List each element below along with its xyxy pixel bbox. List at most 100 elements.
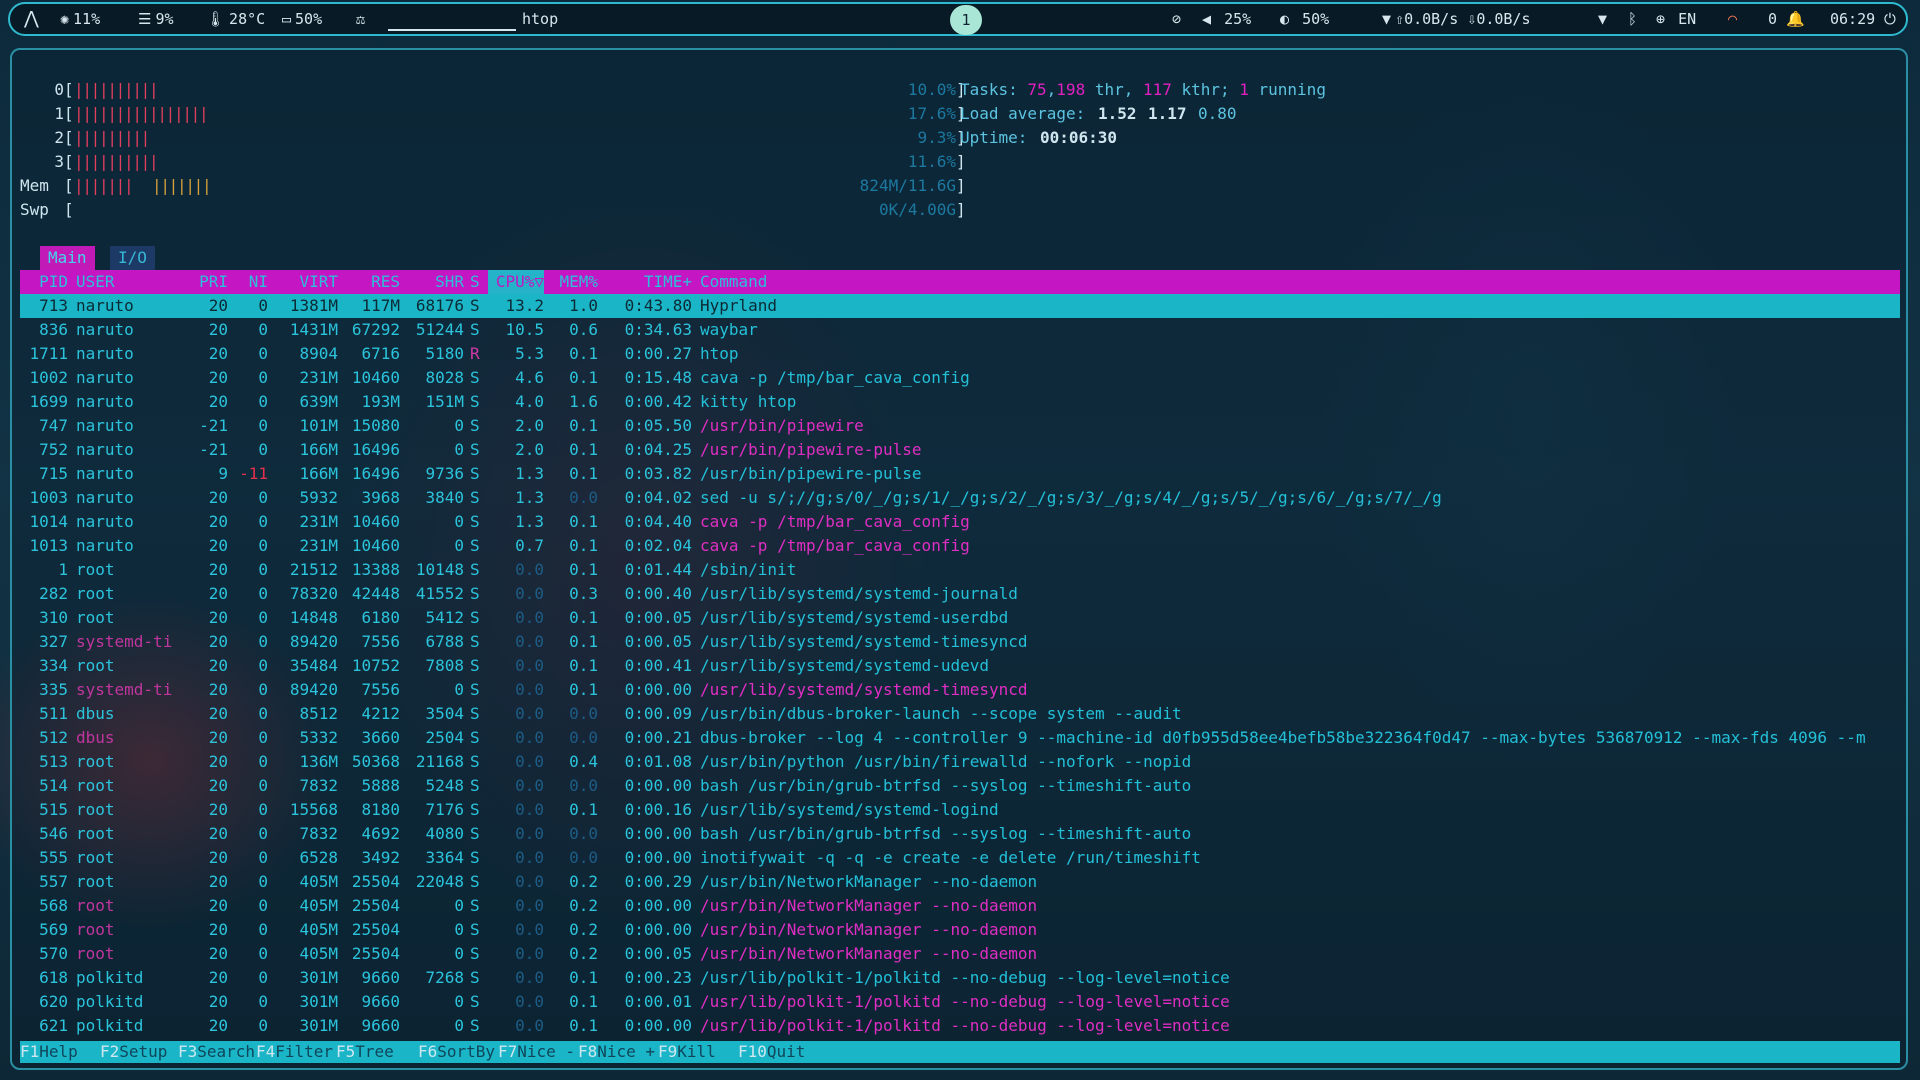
fkey-nice-button[interactable]: F8Nice + xyxy=(578,1041,655,1063)
eye-slash-icon[interactable]: ⊘ xyxy=(1172,4,1181,34)
process-pri: 20 xyxy=(208,752,228,771)
process-row[interactable]: 514 root 20 0 7832 5888 5248 S 0.0 0.0 0:00.00 bash… xyxy=(20,774,1900,798)
memory-module[interactable]: ☰ 9% xyxy=(138,4,174,34)
process-row[interactable]: 335 systemd-ti 20 0 89420 7556 0 S 0.0 0.1 0:00.00… xyxy=(20,678,1900,702)
process-mem: 0.1 xyxy=(569,608,598,627)
column-header-virt[interactable]: VIRT xyxy=(268,270,338,294)
column-header-state[interactable]: S xyxy=(470,270,486,294)
process-row[interactable]: 515 root 20 0 15568 8180 7176 S 0.0 0.1 0:00.16/us… xyxy=(20,798,1900,822)
tab-io[interactable]: I/O xyxy=(110,246,155,270)
column-header-time[interactable]: TIME+ xyxy=(598,270,692,294)
running-count: 1 xyxy=(1239,80,1249,99)
battery-module[interactable]: ▭ 50% xyxy=(282,4,322,34)
process-row[interactable]: 513 root 20 0 136M 50368 21168 S 0.0 0.4 0:01.08/u… xyxy=(20,750,1900,774)
process-row[interactable]: 1711 naruto 20 0 8904 6716 5180 R 5.3 0.1 0:00.27 h… xyxy=(20,342,1900,366)
fkey-key: F10 xyxy=(738,1042,767,1061)
speaker-icon: ◀ xyxy=(1202,10,1212,28)
tab-main[interactable]: Main xyxy=(40,246,95,270)
brightness-module[interactable]: ◐ 50% xyxy=(1280,4,1329,34)
process-ni: 0 xyxy=(258,416,268,435)
process-mem: 0.1 xyxy=(569,992,598,1011)
process-user: polkitd xyxy=(76,992,144,1011)
fkey-filter-button[interactable]: F4Filter xyxy=(256,1041,333,1063)
column-header-cpu[interactable]: CPU%▽ xyxy=(488,270,544,294)
process-row[interactable]: 334 root 20 0 35484 10752 7808 S 0.0 0.1 0:00.41/u… xyxy=(20,654,1900,678)
workspace-1-button[interactable]: 1 xyxy=(950,5,982,35)
process-row[interactable]: 836 naruto 20 0 1431M 67292 51244 S 10.5 0.6 0:34.… xyxy=(20,318,1900,342)
scale-icon[interactable]: ⚖ xyxy=(356,4,365,34)
process-state: S xyxy=(470,896,480,915)
column-header-pri[interactable]: PRI xyxy=(176,270,228,294)
process-row[interactable]: 511 dbus 20 0 8512 4212 3504 S 0.0 0.0 0:00.09/usr… xyxy=(20,702,1900,726)
fkey-nice-button[interactable]: F7Nice - xyxy=(498,1041,575,1063)
column-header-pid[interactable]: PID xyxy=(20,270,68,294)
cpu-module[interactable]: ✺ 11% xyxy=(60,4,100,34)
temperature-module[interactable]: 🌡 28°C xyxy=(206,4,265,34)
arch-logo-icon[interactable]: ⋀ xyxy=(24,4,39,34)
fkey-setup-button[interactable]: F2Setup xyxy=(100,1041,167,1063)
column-header-shr[interactable]: SHR xyxy=(400,270,464,294)
fkey-quit-button[interactable]: F10Quit xyxy=(738,1041,805,1063)
process-row[interactable]: 327 systemd-ti 20 0 89420 7556 6788 S 0.0 0.1 0:00… xyxy=(20,630,1900,654)
process-user: dbus xyxy=(76,704,115,723)
process-row[interactable]: 282 root 20 0 78320 42448 41552 S 0.0 0.3 0:00.40 /… xyxy=(20,582,1900,606)
process-row[interactable]: 557 root 20 0 405M 25504 22048 S 0.0 0.2 0:00.29/u… xyxy=(20,870,1900,894)
column-header-command[interactable]: Command xyxy=(700,270,1900,294)
process-command: htop xyxy=(700,344,739,363)
fkey-tree-button[interactable]: F5Tree xyxy=(336,1041,394,1063)
fkey-help-button[interactable]: F1Help xyxy=(20,1041,78,1063)
process-virt: 6528 xyxy=(299,848,338,867)
process-row[interactable]: 546 root 20 0 7832 4692 4080 S 0.0 0.0 0:00.00 bash… xyxy=(20,822,1900,846)
fkey-kill-button[interactable]: F9Kill xyxy=(658,1041,716,1063)
process-res: 9660 xyxy=(361,992,400,1011)
process-row[interactable]: 1013 naruto 20 0 231M 10460 0 S 0.7 0.1 0:02.04 cav… xyxy=(20,534,1900,558)
process-command: /usr/lib/polkit-1/polkitd --no-debug --l… xyxy=(700,992,1230,1011)
process-row[interactable]: 569 root 20 0 405M 25504 0 S 0.0 0.2 0:00.00/usr/b… xyxy=(20,918,1900,942)
process-row[interactable]: 512 dbus 20 0 5332 3660 2504 S 0.0 0.0 0:00.21 dbus… xyxy=(20,726,1900,750)
clock: 06:29 xyxy=(1830,10,1876,28)
process-row[interactable]: 1014 naruto 20 0 231M 10460 0 S 1.3 0.1 0:04.40 cav… xyxy=(20,510,1900,534)
language-module[interactable]: ⊕ EN xyxy=(1656,4,1696,34)
process-row[interactable]: 555 root 20 0 6528 3492 3364 S 0.0 0.0 0:00.00 inot… xyxy=(20,846,1900,870)
column-header-res[interactable]: RES xyxy=(338,270,400,294)
process-row[interactable]: 747 naruto -21 0 101M 15080 0 S 2.0 0.1 0:05.50/us… xyxy=(20,414,1900,438)
process-row[interactable]: 310 root 20 0 14848 6180 5412 S 0.0 0.1 0:00.05/us… xyxy=(20,606,1900,630)
process-command: Hyprland xyxy=(700,296,778,315)
process-row[interactable]: 618 polkitd 20 0 301M 9660 7268 S 0.0 0.1 0:00.23 /… xyxy=(20,966,1900,990)
signal-icon[interactable]: ◠ xyxy=(1728,4,1737,34)
process-row[interactable]: 1002 naruto 20 0 231M 10460 8028 S 4.6 0.1 0:15.48… xyxy=(20,366,1900,390)
process-shr: 9736 xyxy=(425,464,464,483)
process-state: S xyxy=(470,320,480,339)
fkey-sortby-button[interactable]: F6SortBy xyxy=(418,1041,495,1063)
process-virt: 101M xyxy=(299,416,338,435)
column-header-user[interactable]: USER xyxy=(76,270,176,294)
process-pri: 20 xyxy=(208,344,228,363)
fkey-search-button[interactable]: F3Search xyxy=(178,1041,255,1063)
process-cpu: 0.0 xyxy=(515,848,544,867)
volume-module[interactable]: ◀ 25% xyxy=(1202,4,1251,34)
process-row[interactable]: 1 root 20 0 21512 13388 10148 S 0.0 0.1 0:01.44/sb… xyxy=(20,558,1900,582)
process-command: /usr/lib/systemd/systemd-udevd xyxy=(700,656,989,675)
process-row[interactable]: 621 polkitd 20 0 301M 9660 0 S 0.0 0.1 0:00.00/usr… xyxy=(20,1014,1900,1038)
column-header-mem[interactable]: MEM% xyxy=(544,270,598,294)
network-speed-module[interactable]: ▼ ⇧0.0B/s ⇩0.0B/s xyxy=(1382,4,1531,34)
process-row[interactable]: 1003 naruto 20 0 5932 3968 3840 S 1.3 0.0 0:04.02 s… xyxy=(20,486,1900,510)
process-row[interactable]: 713 naruto 20 0 1381M 117M 68176 S 13.2 1.0 0:43.8… xyxy=(20,294,1900,318)
fkey-label: SortBy xyxy=(437,1042,496,1061)
process-row[interactable]: 1699 naruto 20 0 639M 193M 151M S 4.0 1.6 0:00.42 k… xyxy=(20,390,1900,414)
process-row[interactable]: 568 root 20 0 405M 25504 0 S 0.0 0.2 0:00.00/usr/b… xyxy=(20,894,1900,918)
wifi-status-icon[interactable]: ▼ xyxy=(1598,4,1607,34)
bluetooth-icon[interactable]: ᛒ xyxy=(1628,4,1637,34)
process-row[interactable]: 715 naruto 9 -11 166M 16496 9736 S 1.3 0.1 0:03.82… xyxy=(20,462,1900,486)
process-row[interactable]: 752 naruto -21 0 166M 16496 0 S 2.0 0.1 0:04.25/us… xyxy=(20,438,1900,462)
process-cpu: 2.0 xyxy=(515,416,544,435)
process-row[interactable]: 570 root 20 0 405M 25504 0 S 0.0 0.2 0:00.05/usr/b… xyxy=(20,942,1900,966)
process-user: systemd-ti xyxy=(76,680,173,699)
column-header-ni[interactable]: NI xyxy=(228,270,268,294)
process-state: S xyxy=(470,800,480,819)
process-pri: 20 xyxy=(208,800,228,819)
fkey-label: Tree xyxy=(355,1042,394,1061)
power-icon[interactable]: ⏻ xyxy=(1884,4,1896,34)
notification-module[interactable]: 0 🔔 xyxy=(1768,4,1805,34)
process-row[interactable]: 620 polkitd 20 0 301M 9660 0 S 0.0 0.1 0:00.01/usr… xyxy=(20,990,1900,1014)
